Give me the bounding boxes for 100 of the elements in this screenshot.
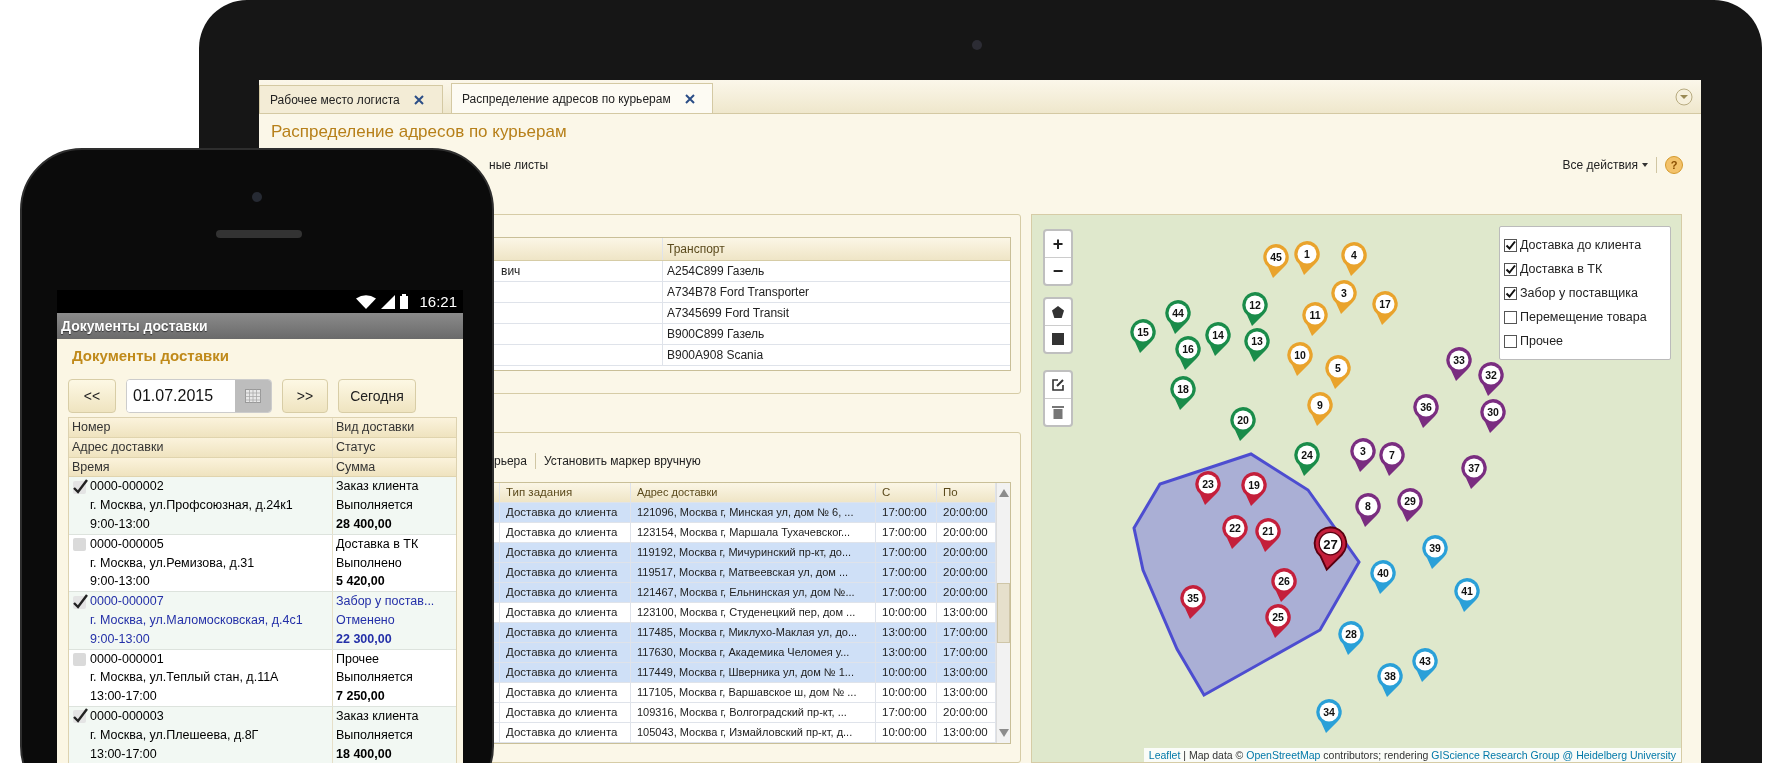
toolbar-link[interactable]: ные листы — [489, 158, 549, 172]
map-pin[interactable]: 24 — [1293, 441, 1321, 477]
map-pin[interactable]: 3 — [1330, 279, 1358, 315]
table-row[interactable]: Доставка до клиента 119192, Москва г, Мичуринский пр-кт, до... 17:00:00 20:00:00 — [491, 543, 996, 563]
zoom-out-button[interactable]: − — [1045, 258, 1071, 284]
map-pin[interactable]: 35 — [1179, 584, 1207, 620]
table-cell: 121096, Москва г, Минская ул, дом № 6, ... — [631, 503, 876, 522]
map-pin[interactable]: 17 — [1371, 290, 1399, 326]
delivery-sum: 28 400,00 — [335, 516, 393, 533]
table-row[interactable]: Доставка до клиента 121467, Москва г, Ельнинская ул, дом №... 17:00:00 20:00:00 — [491, 583, 996, 603]
attribution-link[interactable]: Leaflet — [1148, 749, 1181, 761]
table-row[interactable]: Доставка до клиента 117485, Москва г, Миклухо-Маклая ул, до... 13:00:00 17:00:00 — [491, 623, 996, 643]
map-pin[interactable]: 32 — [1477, 361, 1505, 397]
map-pin[interactable]: 23 — [1194, 470, 1222, 506]
map-pin[interactable]: 3 — [1349, 437, 1377, 473]
layer-checkbox[interactable] — [1504, 238, 1517, 252]
document-row[interactable]: 0000-000003 Заказ клиента г. Москва, ул.Плешеева, д.8Г Выполняется 13:00-17:00 18 400,00 — [69, 706, 456, 763]
map-pin[interactable]: 38 — [1376, 662, 1404, 698]
zoom-in-button[interactable]: + — [1045, 231, 1071, 258]
toolbar-link[interactable]: рьера — [494, 454, 527, 468]
map-pin[interactable]: 12 — [1241, 291, 1269, 327]
map-pin[interactable]: 10 — [1286, 341, 1314, 377]
help-button[interactable]: ? — [1665, 156, 1683, 174]
map-pin[interactable]: 28 — [1337, 620, 1365, 656]
date-field[interactable]: 01.07.2015 — [126, 379, 272, 413]
column-header: Сумма — [335, 458, 377, 476]
tab[interactable]: Рабочее место логиста — [259, 85, 443, 113]
close-icon[interactable] — [684, 93, 695, 104]
map-pin[interactable]: 44 — [1164, 299, 1192, 335]
set-marker-button[interactable]: Установить маркер вручную — [543, 454, 701, 468]
map-pin[interactable]: 5 — [1324, 354, 1352, 390]
previous-button[interactable]: << — [68, 379, 116, 413]
row-checkbox[interactable] — [72, 536, 88, 553]
map-pin[interactable]: 33 — [1445, 346, 1473, 382]
table-cell: 119192, Москва г, Мичуринский пр-кт, до... — [631, 543, 876, 562]
document-number: 0000-000003 — [90, 707, 164, 725]
map-pin[interactable]: 39 — [1421, 534, 1449, 570]
map-pin[interactable]: 7 — [1378, 441, 1406, 477]
today-button[interactable]: Сегодня — [338, 379, 416, 413]
map-pin[interactable]: 30 — [1479, 398, 1507, 434]
document-row[interactable]: 0000-000007 Забор у постав... г. Москва, ул.Маломосковская, д.4с1 Отменено 9:00-13:00 22 300,00 — [69, 592, 456, 650]
map-pin[interactable]: 18 — [1169, 375, 1197, 411]
map-pin[interactable]: 41 — [1453, 577, 1481, 613]
row-checkbox[interactable] — [72, 478, 88, 495]
map-pin[interactable]: 34 — [1315, 698, 1343, 734]
attribution-link[interactable]: GIScience Research Group @ Heidelberg University — [1431, 749, 1676, 761]
map-pin[interactable]: 26 — [1270, 567, 1298, 603]
row-checkbox[interactable] — [72, 593, 88, 610]
edit-icon[interactable] — [1051, 378, 1065, 392]
map-pin[interactable]: 8 — [1354, 492, 1382, 528]
document-number: 0000-000005 — [90, 535, 164, 553]
map-pin[interactable]: 9 — [1306, 391, 1334, 427]
document-row[interactable]: 0000-000001 Прочее г. Москва, ул.Теплый стан, д.11А Выполняется 13:00-17:00 7 250,00 — [69, 649, 456, 707]
scroll-down-icon[interactable] — [998, 729, 1009, 737]
map-pin[interactable]: 36 — [1412, 393, 1440, 429]
map-pin[interactable]: 25 — [1264, 603, 1292, 639]
table-row[interactable]: Доставка до клиента 117630, Москва г, Академика Челомея у... 13:00:00 17:00:00 — [491, 643, 996, 663]
table-cell: 17:00:00 — [876, 523, 937, 542]
layer-checkbox[interactable] — [1504, 334, 1517, 348]
map-pin[interactable]: 11 — [1301, 301, 1329, 337]
map-pin[interactable]: 27 — [1312, 525, 1348, 571]
scrollbar[interactable] — [996, 483, 1010, 743]
layer-checkbox[interactable] — [1504, 286, 1517, 300]
attribution-link[interactable]: OpenStreetMap — [1246, 749, 1321, 761]
row-checkbox[interactable] — [72, 650, 88, 667]
close-icon[interactable] — [413, 94, 424, 105]
map-pin[interactable]: 13 — [1243, 327, 1271, 363]
document-row[interactable]: 0000-000002 Заказ клиента г. Москва, ул.Профсоюзная, д.24к1 Выполняется 9:00-13:00 28 400,00 — [69, 477, 456, 535]
all-actions-menu[interactable]: Все действия — [1562, 158, 1638, 172]
table-row[interactable]: Доставка до клиента 121096, Москва г, Минская ул, дом № 6, ... 17:00:00 20:00:00 — [491, 503, 996, 523]
row-checkbox[interactable] — [72, 708, 88, 725]
map-pin[interactable]: 14 — [1204, 321, 1232, 357]
table-row[interactable]: Доставка до клиента 117449, Москва г, Шверника ул, дом № 1... 10:00:00 13:00:00 — [491, 663, 996, 683]
map-pin[interactable]: 45 — [1262, 243, 1290, 279]
pentagon-icon[interactable] — [1051, 305, 1065, 319]
map-pin[interactable]: 16 — [1174, 335, 1202, 371]
map-pin[interactable]: 29 — [1396, 487, 1424, 523]
layer-checkbox[interactable] — [1504, 262, 1517, 276]
map-pin[interactable]: 4 — [1340, 241, 1368, 277]
trash-icon[interactable] — [1052, 405, 1064, 419]
delivery-address: г. Москва, ул.Маломосковская, д.4с1 — [69, 610, 333, 630]
layer-checkbox[interactable] — [1504, 310, 1517, 324]
scroll-thumb[interactable] — [997, 583, 1010, 643]
map-pin[interactable]: 40 — [1369, 559, 1397, 595]
delivery-status: Выполняется — [335, 726, 414, 744]
tab[interactable]: Распределение адресов по курьерам — [451, 83, 713, 113]
map-pin[interactable]: 15 — [1129, 318, 1157, 354]
table-cell: 17:00:00 — [876, 583, 937, 602]
scroll-up-icon[interactable] — [998, 489, 1009, 497]
map-pin[interactable]: 20 — [1229, 406, 1257, 442]
table-row[interactable]: Доставка до клиента 119517, Москва г, Матвеевская ул, дом ... 17:00:00 20:00:00 — [491, 563, 996, 583]
dropdown-icon[interactable] — [1675, 87, 1693, 106]
map-pin[interactable]: 43 — [1411, 647, 1439, 683]
map-pin[interactable]: 1 — [1293, 240, 1321, 276]
form-title: Документы доставки — [71, 346, 230, 366]
map-pin[interactable]: 21 — [1254, 517, 1282, 553]
map-pin[interactable]: 37 — [1460, 454, 1488, 490]
map-pin[interactable]: 19 — [1240, 471, 1268, 507]
map-pin[interactable]: 22 — [1221, 514, 1249, 550]
next-button[interactable]: >> — [282, 379, 328, 413]
